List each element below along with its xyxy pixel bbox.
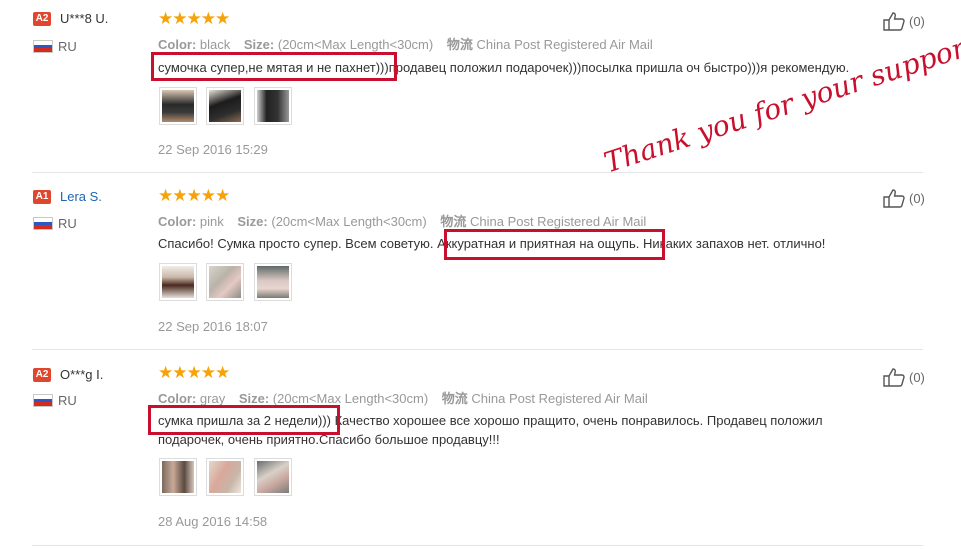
- review-photo[interactable]: [206, 263, 244, 301]
- reviewer-country: RU: [58, 393, 77, 408]
- highlight-box: [148, 405, 340, 435]
- color-value: black: [199, 37, 231, 52]
- highlight-box: [444, 229, 665, 260]
- shipping-method: China Post Registered Air Mail: [469, 214, 647, 229]
- reviewer-name: U***8 U.: [60, 11, 109, 26]
- review-date: 28 Aug 2016 14:58: [158, 514, 268, 529]
- star-rating: ★★★★★: [158, 186, 230, 205]
- color-label: Color:: [158, 391, 197, 406]
- review-photo[interactable]: [206, 87, 244, 125]
- buyer-level-badge: A1: [33, 190, 51, 204]
- divider: [32, 545, 923, 546]
- color-label: Color:: [158, 214, 197, 229]
- review-photo[interactable]: [159, 87, 197, 125]
- size-value: (20cm<Max Length<30cm): [271, 214, 427, 229]
- thumbs-up-icon: [883, 368, 905, 387]
- buyer-level-badge: A2: [33, 368, 51, 382]
- color-value: gray: [199, 391, 226, 406]
- review-photo[interactable]: [159, 458, 197, 496]
- review-photo[interactable]: [254, 87, 292, 125]
- size-value: (20cm<Max Length<30cm): [272, 391, 429, 406]
- helpful-button[interactable]: (0): [882, 10, 925, 32]
- helpful-count: (0): [909, 190, 925, 206]
- shipping-icon: 物流: [440, 214, 467, 229]
- russia-flag-icon: [33, 40, 53, 53]
- order-info: Color: pink Size: (20cm<Max Length<30cm)…: [158, 211, 646, 230]
- thumbs-up-icon: [883, 12, 905, 31]
- review-item: A1 Lera S. RU ★★★★★ Color: pink Size: (2…: [0, 173, 925, 350]
- russia-flag-icon: [33, 394, 53, 407]
- review-date: 22 Sep 2016 18:07: [158, 319, 268, 334]
- star-rating: ★★★★★: [158, 363, 230, 382]
- star-rating: ★★★★★: [158, 9, 230, 28]
- reviewer-country: RU: [58, 39, 77, 54]
- russia-flag-icon: [33, 217, 53, 230]
- thumbs-up-icon: [883, 189, 905, 208]
- review-photo[interactable]: [206, 458, 244, 496]
- helpful-count: (0): [909, 13, 925, 29]
- size-label: Size:: [243, 37, 275, 52]
- review-date: 22 Sep 2016 15:29: [158, 142, 268, 157]
- color-value: pink: [199, 214, 224, 229]
- shipping-icon: 物流: [441, 391, 468, 406]
- shipping-icon: 物流: [446, 37, 473, 52]
- shipping-method: China Post Registered Air Mail: [476, 37, 653, 52]
- review-photo[interactable]: [159, 263, 197, 301]
- review-item: A2 U***8 U. RU ★★★★★ Color: black Size: …: [0, 0, 925, 173]
- reviewer-name-link[interactable]: Lera S.: [60, 189, 102, 204]
- review-photo[interactable]: [254, 458, 292, 496]
- size-label: Size:: [237, 214, 268, 229]
- highlight-box: [151, 52, 397, 81]
- review-item: A2 O***g I. RU ★★★★★ Color: gray Size: (…: [0, 350, 925, 546]
- reviewer-country: RU: [58, 216, 77, 231]
- size-value: (20cm<Max Length<30cm): [277, 37, 434, 52]
- helpful-button[interactable]: (0): [882, 366, 925, 388]
- review-photo[interactable]: [254, 263, 292, 301]
- size-label: Size:: [238, 391, 270, 406]
- order-info: Color: black Size: (20cm<Max Length<30cm…: [158, 34, 653, 53]
- buyer-level-badge: A2: [33, 12, 51, 26]
- reviewer-name: O***g I.: [60, 367, 104, 382]
- shipping-method: China Post Registered Air Mail: [471, 391, 648, 406]
- helpful-count: (0): [909, 369, 925, 385]
- helpful-button[interactable]: (0): [882, 187, 925, 209]
- color-label: Color:: [158, 37, 197, 52]
